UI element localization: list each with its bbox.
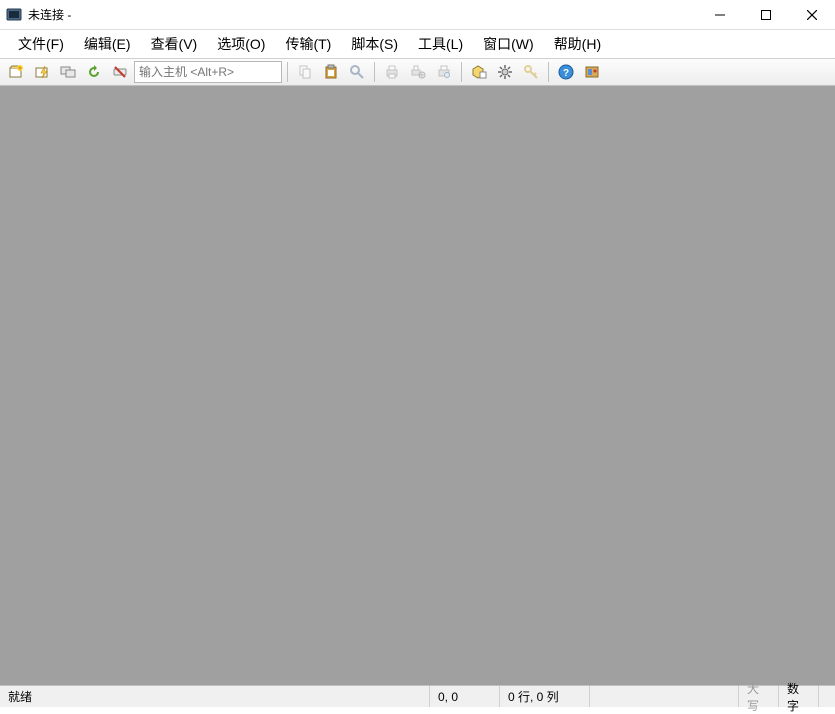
menu-view[interactable]: 查看(V) [141, 31, 208, 57]
menu-window[interactable]: 窗口(W) [473, 31, 544, 57]
find-icon[interactable] [345, 60, 369, 84]
maximize-button[interactable] [743, 0, 789, 30]
title-bar: 未连接 - [0, 0, 835, 30]
menu-script[interactable]: 脚本(S) [341, 31, 408, 57]
reconnect-icon[interactable] [82, 60, 106, 84]
app-icon [6, 7, 22, 23]
menu-bar: 文件(F) 编辑(E) 查看(V) 选项(O) 传输(T) 脚本(S) 工具(L… [0, 30, 835, 58]
toolbar-separator [548, 62, 549, 82]
status-caps: 大写 [739, 686, 779, 707]
toolbar: ? [0, 58, 835, 86]
menu-help[interactable]: 帮助(H) [544, 31, 611, 57]
status-position: 0, 0 [430, 686, 500, 707]
menu-edit[interactable]: 编辑(E) [74, 31, 141, 57]
status-ready: 就绪 [0, 686, 430, 707]
session-options-icon[interactable] [467, 60, 491, 84]
toolbar-separator [374, 62, 375, 82]
paste-icon[interactable] [319, 60, 343, 84]
global-options-icon[interactable] [493, 60, 517, 84]
menu-file[interactable]: 文件(F) [8, 31, 74, 57]
status-num: 数字 [779, 686, 819, 707]
quick-connect-icon[interactable] [30, 60, 54, 84]
status-rowcol: 0 行, 0 列 [500, 686, 590, 707]
toolbar-separator [287, 62, 288, 82]
connect-tab-icon[interactable] [56, 60, 80, 84]
disconnect-icon[interactable] [108, 60, 132, 84]
status-spacer [590, 686, 739, 707]
menu-options[interactable]: 选项(O) [207, 31, 275, 57]
menu-tools[interactable]: 工具(L) [408, 31, 473, 57]
key-icon[interactable] [519, 60, 543, 84]
toolbar-separator [461, 62, 462, 82]
menu-transfer[interactable]: 传输(T) [275, 31, 341, 57]
about-icon[interactable] [580, 60, 604, 84]
window-title: 未连接 - [28, 6, 71, 23]
copy-icon[interactable] [293, 60, 317, 84]
print-setup-icon[interactable] [406, 60, 430, 84]
host-input[interactable] [134, 61, 282, 83]
print-icon[interactable] [380, 60, 404, 84]
minimize-button[interactable] [697, 0, 743, 30]
help-icon[interactable]: ? [554, 60, 578, 84]
print-preview-icon[interactable] [432, 60, 456, 84]
status-bar: 就绪 0, 0 0 行, 0 列 大写 数字 [0, 685, 835, 707]
svg-text:?: ? [563, 68, 569, 79]
close-button[interactable] [789, 0, 835, 30]
workspace-area [0, 86, 835, 685]
resize-grip[interactable] [819, 686, 835, 707]
new-session-icon[interactable] [4, 60, 28, 84]
